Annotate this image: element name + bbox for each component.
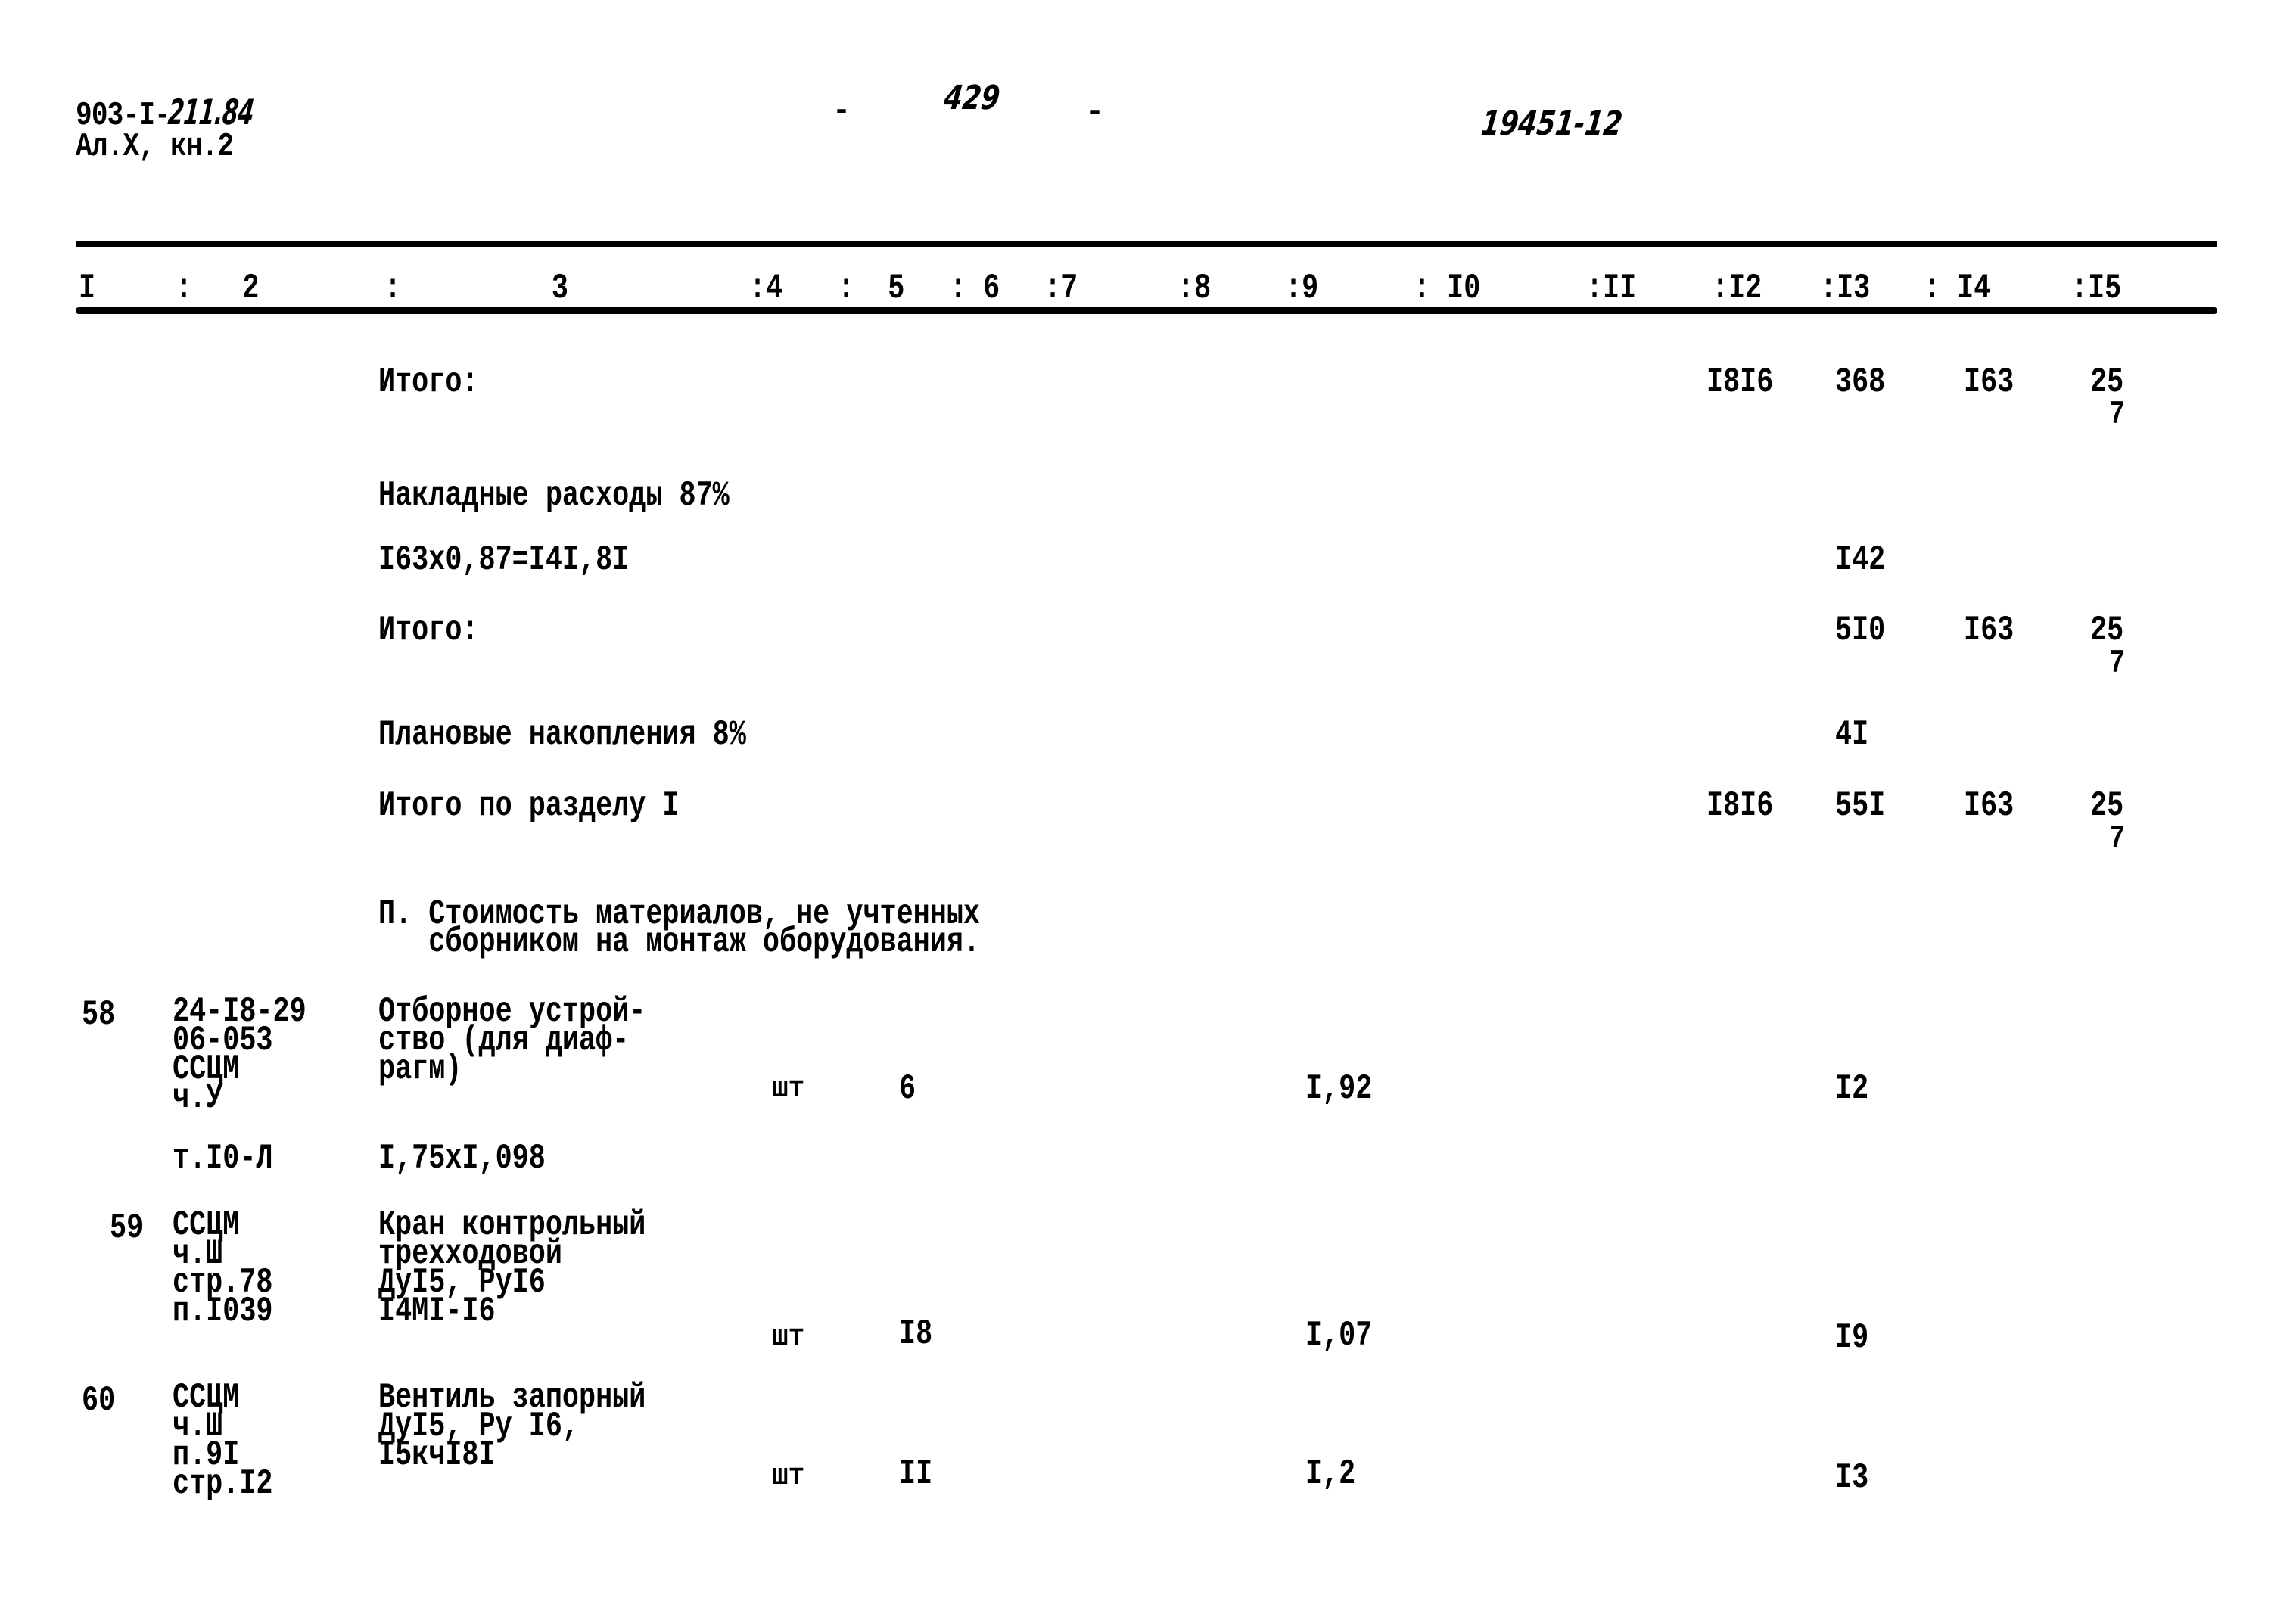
total-label: Итого: xyxy=(378,362,479,402)
planned-label: Плановые накопления 8% xyxy=(378,715,746,754)
total-col15-bottom: 7 xyxy=(2109,396,2126,434)
total-col12: I8I6 xyxy=(1706,362,1774,402)
row-cost: I3 xyxy=(1835,1458,1869,1497)
overhead-col13: I42 xyxy=(1835,540,1886,580)
row-reference-last: т.I0-Л xyxy=(173,1139,273,1178)
section-2-title-line2: сборником на монтаж оборудования. xyxy=(378,922,981,962)
col-header-9: :9 xyxy=(1285,269,1319,308)
row-number: 58 xyxy=(82,995,116,1034)
section-total-col15-top: 25 xyxy=(2090,786,2124,826)
col-header-10: : I0 xyxy=(1414,269,1481,308)
total-col15-top: 25 xyxy=(2090,362,2124,402)
section-total-col13: 55I xyxy=(1835,786,1886,826)
table-header-rule xyxy=(76,307,2217,314)
row-calc: I,75xI,098 xyxy=(378,1139,546,1178)
col-header-6: : 6 xyxy=(950,269,1000,308)
row-unit: шт xyxy=(772,1460,805,1494)
section-total-col14: I63 xyxy=(1964,786,2014,826)
col-header-2: : 2 xyxy=(176,269,260,308)
row-unit: шт xyxy=(772,1072,805,1106)
col-header-15: :I5 xyxy=(2071,269,2122,308)
album-reference: Ал.X, кн.2 xyxy=(76,128,234,166)
row-description: Вентиль запорный ДуI5, Ру I6, I5кчI8I xyxy=(378,1378,646,1475)
row-description: Кран контрольный трехходовой ДуI5, РуI6 … xyxy=(378,1205,646,1331)
row-reference: 24-I8-29 06-053 ССЦМ ч.У xyxy=(173,992,306,1118)
section-total-col15-bottom: 7 xyxy=(2109,820,2126,858)
page-dash-right: - xyxy=(1086,96,1105,130)
row-number: 60 xyxy=(82,1381,116,1420)
row-quantity: 6 xyxy=(899,1069,916,1109)
inventory-number: 19451-12 xyxy=(1479,104,1625,143)
col-header-14: : I4 xyxy=(1924,269,1991,308)
row-cost: I2 xyxy=(1835,1069,1869,1109)
section-total-col12: I8I6 xyxy=(1706,786,1774,826)
row-price: I,92 xyxy=(1305,1069,1373,1109)
total-col13: 368 xyxy=(1835,362,1886,402)
col-header-5: : 5 xyxy=(838,269,905,308)
page-dash-left: - xyxy=(832,95,851,129)
row-description: Отборное устрой- ство (для диаф- рагм) xyxy=(378,992,646,1089)
document-code-handwritten: 211.84 xyxy=(166,92,256,132)
table-top-rule xyxy=(76,241,2217,247)
document-code: 903-I-211.84 xyxy=(76,92,277,132)
col-header-8: :8 xyxy=(1178,269,1212,308)
col-header-1: I xyxy=(79,269,96,308)
section-total-label: Итого по разделу I xyxy=(378,786,680,826)
total2-label: Итого: xyxy=(378,611,479,650)
row-reference: ССЦМ ч.Ш п.9I стр.I2 xyxy=(173,1378,273,1503)
row-unit: шт xyxy=(772,1320,805,1354)
overhead-label: Накладные расходы 87% xyxy=(378,476,730,515)
row-price: I,2 xyxy=(1305,1454,1356,1494)
col-header-7: :7 xyxy=(1044,269,1078,308)
row-cost: I9 xyxy=(1835,1318,1869,1357)
page-number: 429 xyxy=(941,79,1002,117)
total2-col13: 5I0 xyxy=(1835,611,1886,650)
total-col14: I63 xyxy=(1964,362,2014,402)
col-header-13: :I3 xyxy=(1820,269,1871,308)
row-quantity: I8 xyxy=(899,1314,933,1354)
row-reference: ССЦМ ч.Ш стр.78 п.I039 xyxy=(173,1205,273,1331)
total2-col15-bottom: 7 xyxy=(2109,645,2126,683)
planned-col13: 4I xyxy=(1835,715,1869,754)
total2-col14: I63 xyxy=(1964,611,2014,650)
overhead-calc: I63x0,87=I4I,8I xyxy=(378,540,630,580)
total2-col15-top: 25 xyxy=(2090,611,2124,650)
col-header-12: :I2 xyxy=(1712,269,1762,308)
row-quantity: II xyxy=(899,1454,933,1494)
col-header-4: :4 xyxy=(749,269,783,308)
row-price: I,07 xyxy=(1305,1316,1373,1355)
col-header-11: :II xyxy=(1586,269,1637,308)
row-number: 59 xyxy=(110,1208,144,1248)
col-header-3: : 3 xyxy=(384,269,568,308)
